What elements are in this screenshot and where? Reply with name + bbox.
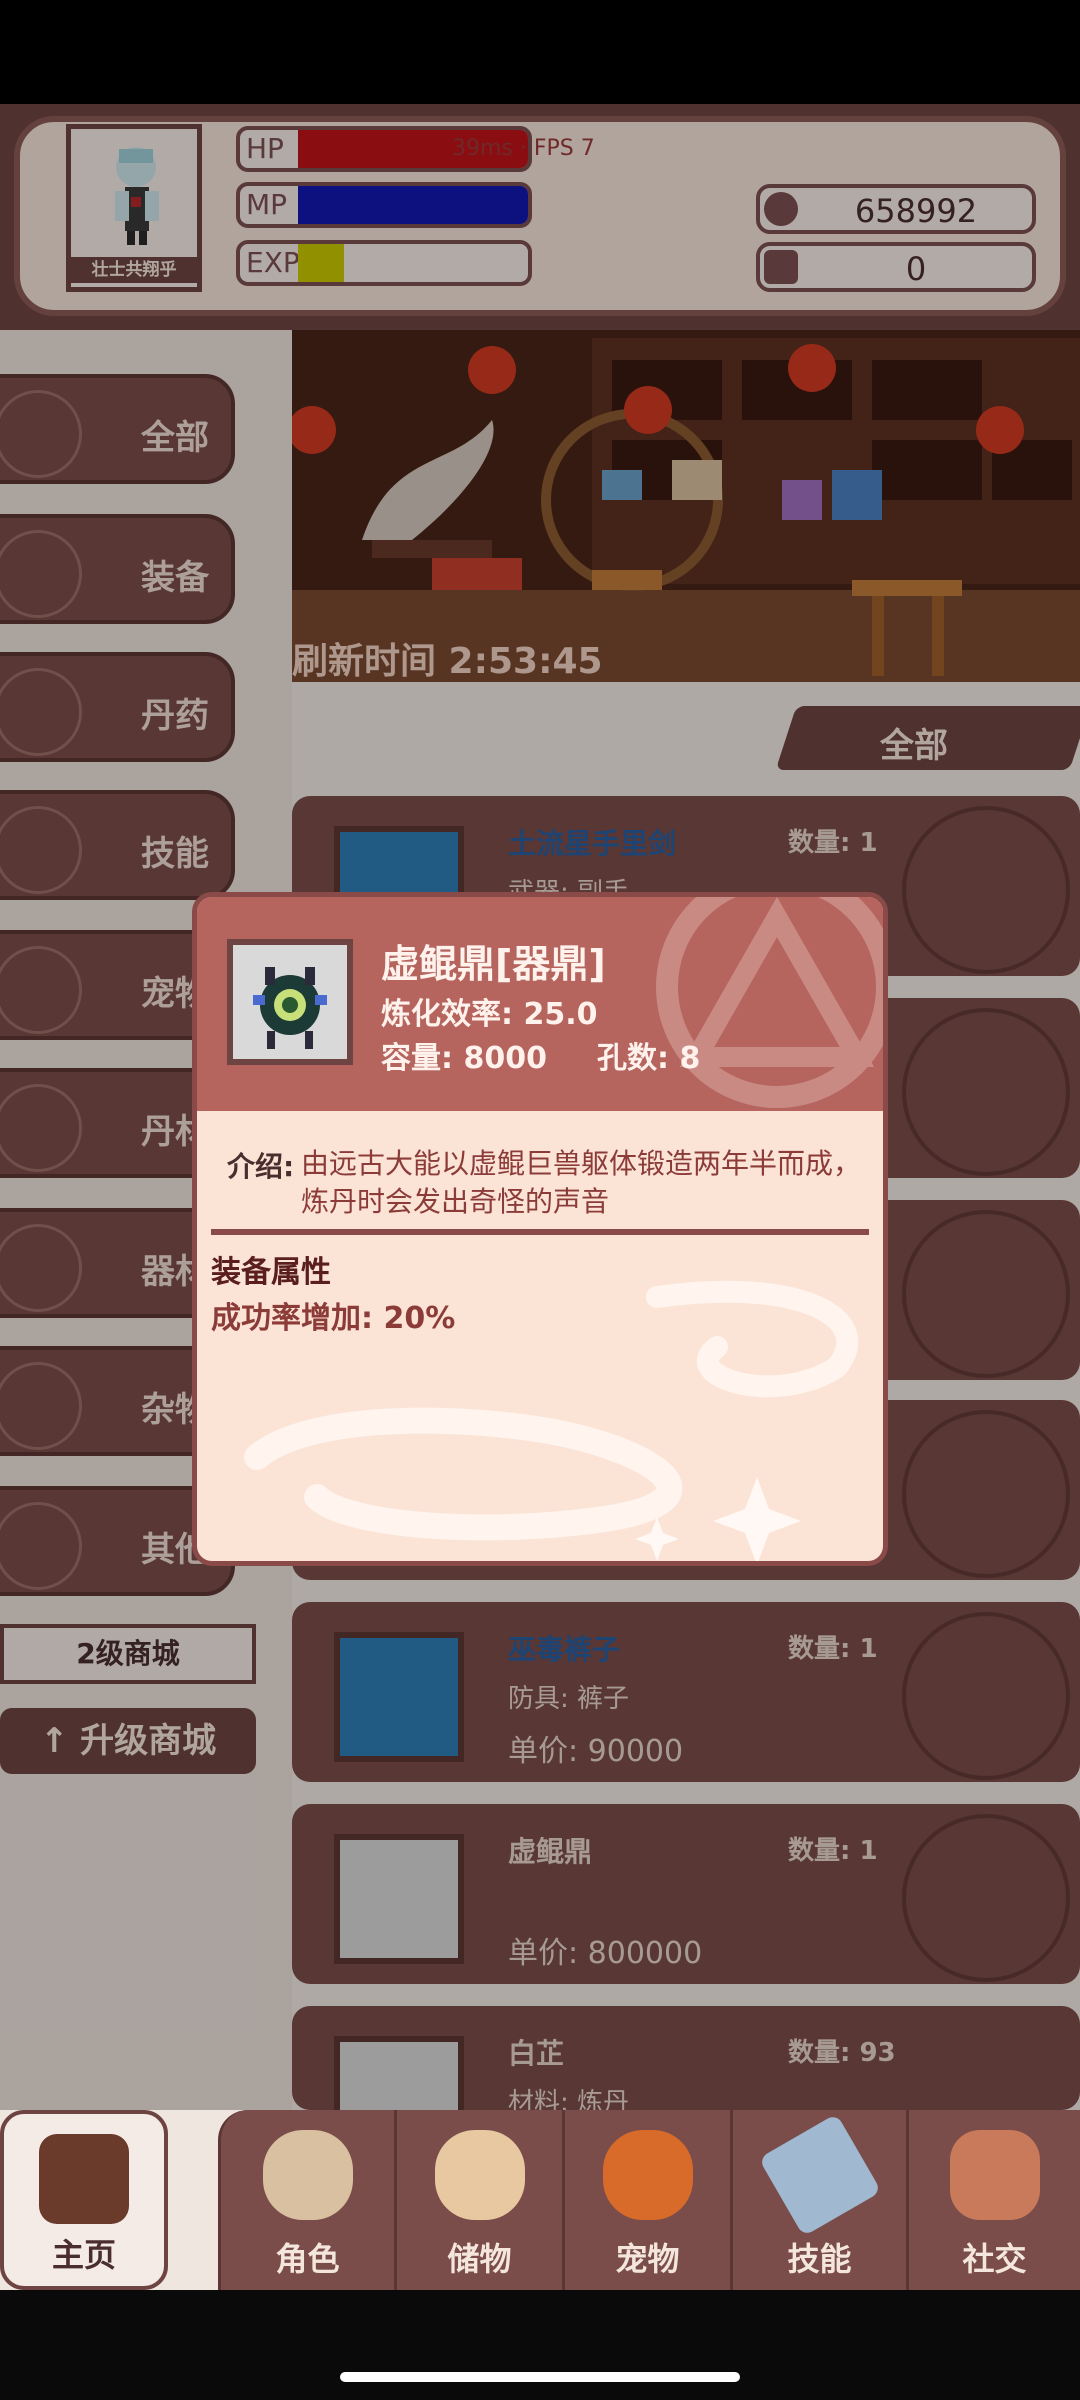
cloud-decoration-icon [244, 1280, 859, 1561]
cauldron-icon [227, 939, 353, 1065]
intro-text: 由远古大能以虚鲲巨兽躯体锻造两年半而成，炼丹时会发出奇怪的声音 [301, 1147, 862, 1218]
handshake-icon [949, 2130, 1040, 2220]
nav-storage[interactable]: 储物 [394, 2110, 562, 2290]
gesture-bar-area [0, 2290, 1080, 2400]
character-icon [262, 2130, 353, 2220]
dialog-emblem-icon [656, 897, 883, 1108]
nav-pet[interactable]: 宠物 [562, 2110, 730, 2290]
sword-icon [758, 2113, 881, 2237]
nav-storage-label: 储物 [447, 2240, 512, 2278]
refine-efficiency: 炼化效率: 25.0 [381, 997, 598, 1032]
nav-character-label: 角色 [275, 2240, 340, 2278]
nav-character[interactable]: 角色 [218, 2110, 394, 2290]
bag-icon [434, 2130, 525, 2220]
item-detail-dialog: 虚鲲鼎[器鼎] 炼化效率: 25.0 容量: 8000 孔数: 8 介绍: 由远… [192, 892, 888, 1566]
hole-count: 孔数: 8 [597, 1041, 701, 1076]
status-bar [0, 0, 1080, 104]
nav-social-label: 社交 [962, 2240, 1027, 2278]
nav-home[interactable]: 主页 [0, 2110, 168, 2290]
nav-social[interactable]: 社交 [906, 2110, 1080, 2290]
intro-label: 介绍: [227, 1150, 295, 1183]
fox-icon [602, 2130, 693, 2220]
nav-home-label: 主页 [51, 2236, 116, 2274]
dialog-title: 虚鲲鼎[器鼎] [381, 942, 606, 986]
dialog-divider [211, 1229, 869, 1235]
nav-pet-label: 宠物 [615, 2240, 680, 2278]
nav-skill[interactable]: 技能 [730, 2110, 906, 2290]
home-indicator[interactable] [340, 2372, 740, 2382]
nav-skill-label: 技能 [787, 2240, 852, 2278]
pagoda-icon [39, 2134, 129, 2224]
capacity: 容量: 8000 [381, 1041, 547, 1076]
